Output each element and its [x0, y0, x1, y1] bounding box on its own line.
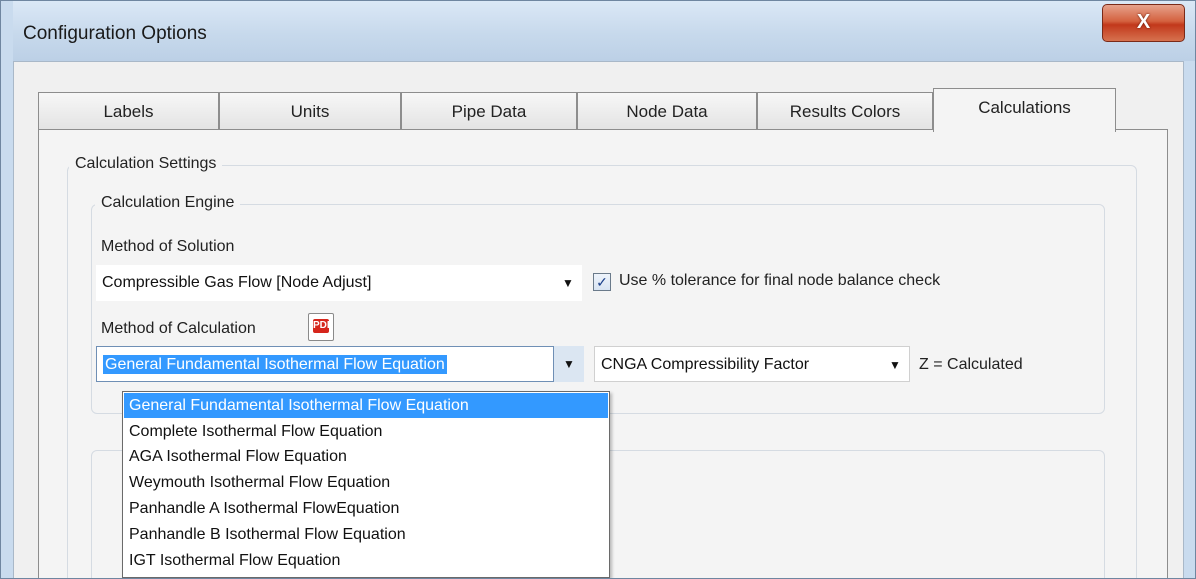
dropdown-option[interactable]: IGT Isothermal Flow Equation — [124, 548, 608, 573]
dropdown-option[interactable]: General Fundamental Isothermal Flow Equa… — [124, 393, 608, 418]
chevron-down-icon[interactable]: ▼ — [556, 265, 580, 301]
chevron-down-icon[interactable]: ▼ — [883, 347, 907, 383]
dropdown-option[interactable]: Panhandle A Isothermal FlowEquation — [124, 496, 608, 521]
method-of-solution-label: Method of Solution — [101, 238, 235, 255]
tab-results-colors[interactable]: Results Colors — [757, 92, 933, 130]
dropdown-option[interactable]: Complete Isothermal Flow Equation — [124, 419, 608, 444]
z-calculated-label: Z = Calculated — [919, 356, 1023, 373]
tab-strip: Labels Units Pipe Data Node Data Results… — [38, 88, 1158, 132]
method-of-calculation-dropdown[interactable]: General Fundamental Isothermal Flow Equa… — [122, 391, 610, 578]
method-of-calculation-label: Method of Calculation — [101, 320, 256, 337]
tab-calculations[interactable]: Calculations — [933, 88, 1116, 132]
calculation-settings-label: Calculation Settings — [69, 155, 223, 173]
tab-units[interactable]: Units — [219, 92, 401, 130]
dropdown-option[interactable]: Weymouth Isothermal Flow Equation — [124, 470, 608, 495]
close-button[interactable]: X — [1102, 4, 1185, 42]
tab-node-data[interactable]: Node Data — [577, 92, 757, 130]
dropdown-option[interactable]: Panhandle B Isothermal Flow Equation — [124, 522, 608, 547]
chevron-down-icon[interactable]: ▼ — [553, 346, 584, 382]
calculation-engine-label: Calculation Engine — [95, 194, 241, 212]
tab-labels[interactable]: Labels — [38, 92, 219, 130]
window-title: Configuration Options — [23, 23, 207, 44]
compressibility-combo[interactable]: CNGA Compressibility Factor ▼ — [594, 346, 910, 382]
method-of-calculation-combo[interactable]: General Fundamental Isothermal Flow Equa… — [96, 346, 584, 382]
close-icon: X — [1136, 11, 1151, 33]
method-of-calculation-value: General Fundamental Isothermal Flow Equa… — [103, 355, 447, 374]
title-bar[interactable]: Configuration Options X — [1, 1, 1195, 61]
tolerance-checkbox[interactable]: ✓ — [593, 273, 611, 291]
checkmark-icon: ✓ — [596, 274, 608, 290]
compressibility-value: CNGA Compressibility Factor — [601, 356, 810, 373]
pdf-icon[interactable]: PDF — [308, 313, 334, 341]
method-of-solution-combo[interactable]: Compressible Gas Flow [Node Adjust] ▼ — [96, 265, 582, 301]
tolerance-label: Use % tolerance for final node balance c… — [619, 272, 941, 289]
method-of-solution-value: Compressible Gas Flow [Node Adjust] — [102, 274, 372, 291]
configuration-window: Configuration Options X Labels Units Pip… — [0, 0, 1196, 579]
tab-pipe-data[interactable]: Pipe Data — [401, 92, 577, 130]
window-border — [1, 1, 13, 578]
dropdown-option[interactable]: AGA Isothermal Flow Equation — [124, 444, 608, 469]
